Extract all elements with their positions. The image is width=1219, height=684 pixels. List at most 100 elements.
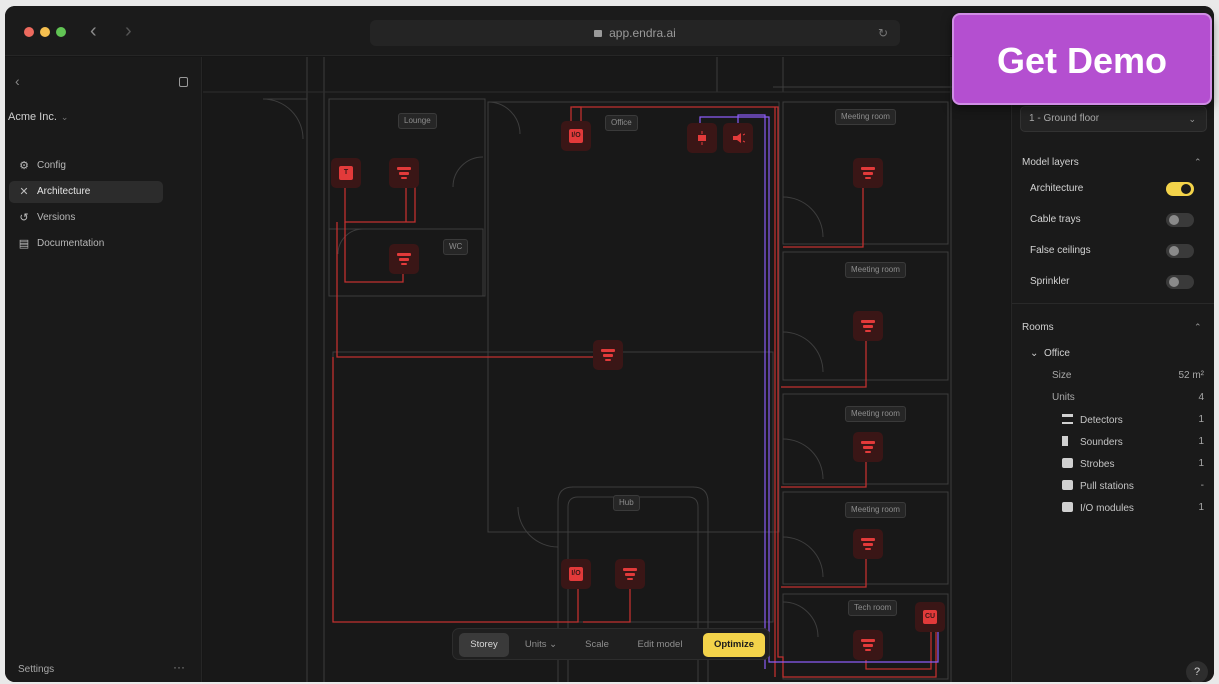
help-button[interactable]: ?: [1186, 661, 1208, 682]
sidebar-item-label: Documentation: [37, 238, 105, 249]
unit-row-sounders: Sounders: [1062, 436, 1123, 448]
detector-device[interactable]: [615, 559, 645, 589]
sounder-icon: [1062, 436, 1073, 446]
units-dropdown[interactable]: Units ⌄: [515, 633, 567, 657]
scale-button[interactable]: Scale: [577, 633, 617, 657]
detector-icon-part: [399, 172, 409, 175]
unit-label: Detectors: [1080, 415, 1123, 426]
collapse-sidebar-icon[interactable]: ‹: [15, 73, 20, 89]
close-window-button[interactable]: [24, 27, 34, 37]
floor-select-value: 1 - Ground floor: [1029, 113, 1100, 124]
detector-icon: [861, 639, 875, 642]
unit-value: 1: [1198, 502, 1204, 513]
sidebar-item-versions[interactable]: ↺ Versions: [9, 207, 163, 229]
floor-plan-canvas[interactable]: Lounge Office Meeting room WC Meeting ro…: [203, 57, 1010, 682]
settings-link[interactable]: Settings: [18, 664, 54, 675]
io-module-device[interactable]: I/O: [561, 559, 591, 589]
unit-value: 1: [1198, 436, 1204, 447]
room-label-meeting-room[interactable]: Meeting room: [835, 109, 896, 125]
detector-device[interactable]: [389, 158, 419, 188]
sidebar-item-documentation[interactable]: ▤ Documentation: [9, 233, 163, 255]
detector-icon-part: [399, 258, 409, 261]
room-label-meeting-room[interactable]: Meeting room: [845, 262, 906, 278]
unit-label: Sounders: [1080, 437, 1123, 448]
room-label-tech-room[interactable]: Tech room: [848, 600, 898, 616]
panel-toggle-icon[interactable]: [179, 77, 188, 87]
toggle-knob: [1169, 246, 1179, 256]
control-unit-icon: CU: [923, 610, 937, 624]
strobe-device[interactable]: [687, 123, 717, 153]
io-module-icon: [1062, 502, 1073, 512]
unit-value: 1: [1198, 414, 1204, 425]
floor-select[interactable]: 1 - Ground floor ⌄: [1020, 106, 1207, 132]
back-arrow-icon[interactable]: ‹: [90, 20, 97, 42]
room-name: Office: [1043, 348, 1070, 359]
org-switcher[interactable]: Acme Inc. ⌄: [8, 111, 68, 123]
architecture-toggle[interactable]: [1166, 182, 1194, 196]
model-layers-title: Model layers: [1022, 157, 1079, 168]
detector-device[interactable]: [593, 340, 623, 370]
edit-model-button[interactable]: Edit model: [627, 633, 693, 657]
chevron-down-icon: ⌄: [60, 112, 69, 122]
divider: [1012, 303, 1214, 304]
sounder-device[interactable]: [723, 123, 753, 153]
maximize-window-button[interactable]: [56, 27, 66, 37]
detector-icon-part: [625, 573, 635, 576]
room-label-hub[interactable]: Hub: [613, 495, 640, 511]
detector-icon: [861, 167, 875, 170]
detector-device[interactable]: [853, 432, 883, 462]
address-bar[interactable]: app.endra.ai ↻: [370, 20, 900, 46]
toggle-knob: [1181, 184, 1191, 194]
detector-icon-part: [865, 548, 871, 550]
chevron-down-icon: ⌄: [1030, 348, 1039, 359]
units-value: 4: [1198, 392, 1204, 403]
get-demo-button[interactable]: Get Demo: [952, 13, 1212, 105]
room-label-wc[interactable]: WC: [443, 239, 469, 255]
canvas-toolbar: Storey Units ⌄ Scale Edit model Optimize: [452, 628, 770, 660]
detector-device[interactable]: [853, 529, 883, 559]
minimize-window-button[interactable]: [40, 27, 50, 37]
right-panel: 1 - Ground floor ⌄ Model layers ⌃ Archit…: [1011, 57, 1214, 682]
detector-icon-part: [865, 649, 871, 651]
sidebar-item-config[interactable]: ⚙ Config: [9, 155, 163, 177]
detector-icon: [861, 320, 875, 323]
sounder-icon: [733, 133, 745, 143]
room-office-row[interactable]: ⌄ Office: [1030, 348, 1070, 359]
false-ceilings-toggle[interactable]: [1166, 244, 1194, 258]
chevron-down-icon: ⌄: [549, 639, 558, 650]
forward-arrow-icon[interactable]: ›: [125, 20, 132, 42]
storey-button[interactable]: Storey: [459, 633, 509, 657]
detector-icon-part: [863, 543, 873, 546]
app-window: ‹ › app.endra.ai ↻ ‹ Acme Inc. ⌄ ⚙ Config…: [5, 6, 1214, 682]
unit-label: Strobes: [1080, 459, 1115, 470]
chevron-up-icon[interactable]: ⌃: [1194, 322, 1202, 333]
detector-device[interactable]: [853, 311, 883, 341]
units-label: Units: [1052, 392, 1075, 403]
detector-icon-part: [863, 446, 873, 449]
sprinkler-toggle[interactable]: [1166, 275, 1194, 289]
cable-trays-toggle[interactable]: [1166, 213, 1194, 227]
more-options-icon[interactable]: ···: [173, 660, 185, 674]
unit-row-detectors: Detectors: [1062, 414, 1123, 426]
detector-icon-part: [865, 177, 871, 179]
sidebar-item-architecture[interactable]: ✕ Architecture: [9, 181, 163, 203]
left-sidebar: ‹ Acme Inc. ⌄ ⚙ Config ✕ Architecture ↺ V…: [5, 57, 202, 682]
io-module-device[interactable]: I/O: [561, 121, 591, 151]
room-label-meeting-room[interactable]: Meeting room: [845, 502, 906, 518]
lock-icon: [594, 30, 603, 37]
room-label-meeting-room[interactable]: Meeting room: [845, 406, 906, 422]
detector-device[interactable]: [389, 244, 419, 274]
pull-station-device[interactable]: T: [331, 158, 361, 188]
room-label-lounge[interactable]: Lounge: [398, 113, 437, 129]
room-label-office[interactable]: Office: [605, 115, 638, 131]
units-label: Units: [524, 639, 547, 650]
detector-device[interactable]: [853, 630, 883, 660]
detector-device[interactable]: [853, 158, 883, 188]
control-unit-device[interactable]: CU: [915, 602, 945, 632]
url-text: app.endra.ai: [609, 26, 676, 40]
optimize-button[interactable]: Optimize: [703, 633, 765, 657]
reload-icon[interactable]: ↻: [878, 20, 888, 46]
chevron-up-icon[interactable]: ⌃: [1194, 157, 1202, 168]
detector-icon: [861, 538, 875, 541]
detector-icon-part: [605, 359, 611, 361]
